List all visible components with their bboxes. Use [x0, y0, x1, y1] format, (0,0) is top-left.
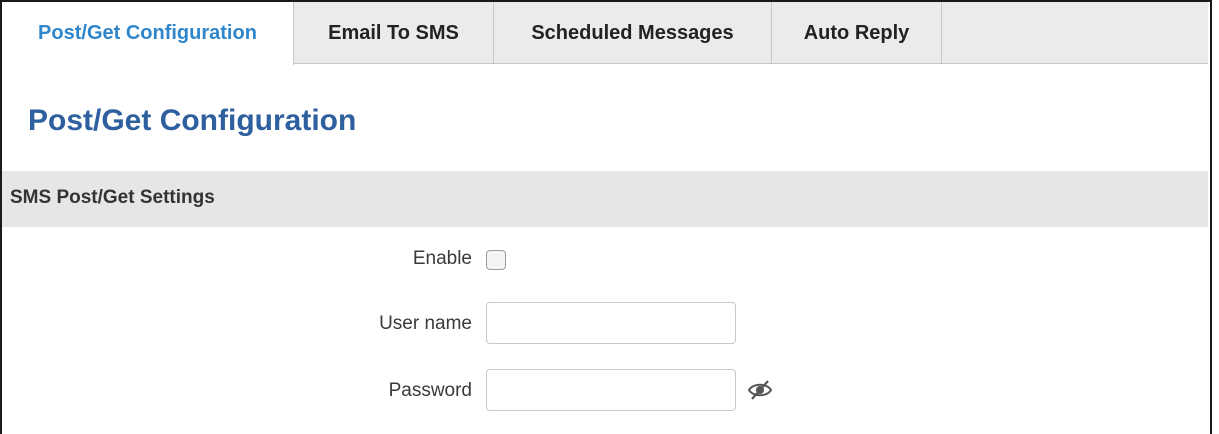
tab-label: Post/Get Configuration — [38, 22, 257, 44]
tab-email-to-sms[interactable]: Email To SMS — [294, 2, 494, 64]
page-title: Post/Get Configuration — [28, 104, 357, 137]
tab-bar: Post/Get Configuration Email To SMS Sche… — [2, 2, 1208, 65]
enable-label: Enable — [412, 248, 472, 269]
tab-label: Scheduled Messages — [531, 21, 734, 44]
eye-slash-icon[interactable] — [747, 377, 773, 403]
tab-label: Auto Reply — [803, 21, 910, 44]
tab-scheduled-messages[interactable]: Scheduled Messages — [494, 2, 772, 64]
enable-checkbox[interactable] — [486, 250, 506, 270]
tab-label: Email To SMS — [328, 21, 459, 44]
username-label: User name — [379, 313, 472, 334]
password-input[interactable] — [486, 369, 736, 411]
section-title: SMS Post/Get Settings — [10, 187, 215, 208]
username-input[interactable] — [486, 302, 736, 344]
password-label: Password — [388, 380, 472, 401]
tab-post-get-configuration[interactable]: Post/Get Configuration — [2, 2, 294, 65]
tab-auto-reply[interactable]: Auto Reply — [772, 2, 942, 64]
section-header: SMS Post/Get Settings — [2, 171, 1208, 227]
